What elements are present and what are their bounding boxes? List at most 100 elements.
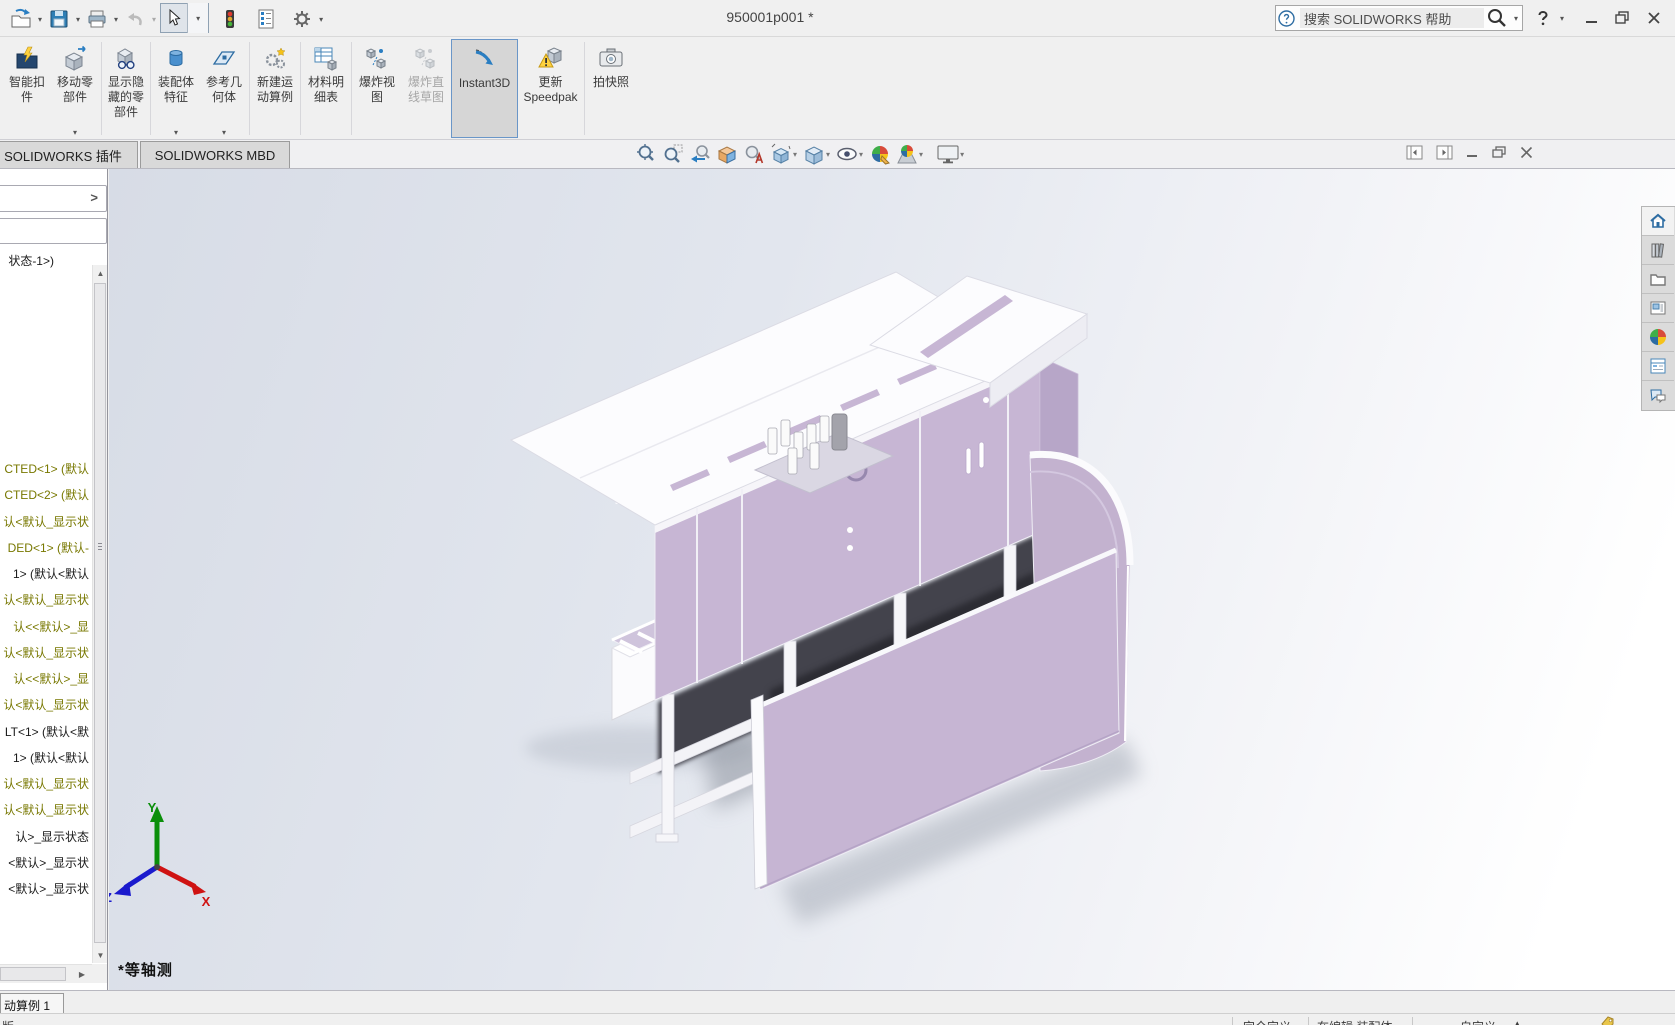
tree-horizontal-scrollbar[interactable]: ▶ <box>0 964 92 983</box>
design-library-icon[interactable] <box>1642 236 1674 265</box>
file-explorer-icon[interactable] <box>1642 265 1674 294</box>
tree-item[interactable]: 认<默认_显示状 <box>3 696 89 712</box>
forum-icon[interactable] <box>1642 381 1674 410</box>
help-circle-icon <box>1276 5 1296 31</box>
search-icon[interactable] <box>1484 5 1510 31</box>
chevron-down-icon[interactable]: ▾ <box>826 150 830 159</box>
minimize-icon[interactable] <box>1582 10 1600 26</box>
chevron-down-icon[interactable]: ▾ <box>1556 10 1568 26</box>
feature-manager-header[interactable]: > <box>0 185 107 212</box>
tree-item[interactable]: 认<默认_显示状 <box>3 644 89 660</box>
help-icon[interactable] <box>1534 10 1552 26</box>
smart-fasteners-button[interactable]: 智能扣 件 <box>4 39 50 138</box>
chevron-down-icon[interactable]: ▾ <box>859 150 863 159</box>
expand-chevron-icon[interactable]: > <box>90 190 98 205</box>
tab-solidworks-addins[interactable]: SOLIDWORKS 插件 <box>0 141 138 168</box>
chevron-down-icon[interactable]: ▾ <box>1514 14 1518 23</box>
reference-geometry-button[interactable]: 参考几 何体 ▾ <box>200 39 248 138</box>
hide-show-items-icon[interactable] <box>833 142 860 166</box>
scroll-down-icon[interactable]: ▼ <box>93 947 108 963</box>
tree-item[interactable]: <默认>_显示状 <box>8 854 89 870</box>
status-custom-dropdown[interactable]: 自定义 <box>1460 1018 1496 1025</box>
previous-view-icon[interactable] <box>686 142 713 166</box>
update-speedpak-button[interactable]: 更新 Speedpak <box>518 39 583 138</box>
zoom-fit-icon[interactable] <box>632 142 659 166</box>
chevron-down-icon[interactable]: ▾ <box>114 15 118 24</box>
rebuild-traffic-light-icon[interactable] <box>217 6 243 32</box>
tree-item[interactable]: 认<默认_显示状 <box>3 801 89 817</box>
tree-item[interactable]: 认>_显示状态 <box>15 828 89 844</box>
chevron-down-icon[interactable]: ▾ <box>319 15 323 24</box>
tree-item[interactable]: CTED<2> (默认 <box>4 486 89 502</box>
chevron-up-icon[interactable]: ▴ <box>1515 1018 1520 1025</box>
view-palette-icon[interactable] <box>1642 294 1674 323</box>
open-icon[interactable] <box>8 6 34 32</box>
tree-root-item[interactable]: 状态-1>) <box>8 252 54 269</box>
custom-properties-icon[interactable] <box>1642 352 1674 381</box>
motion-study-tab[interactable]: 动算例 1 <box>0 993 64 1014</box>
new-motion-study-button[interactable]: 新建运 动算例 <box>251 39 299 138</box>
close-icon[interactable] <box>1645 10 1663 26</box>
split-pane-left-icon[interactable] <box>1406 145 1423 163</box>
tag-icon[interactable] <box>1600 1016 1615 1025</box>
feature-manager-filter[interactable] <box>0 218 107 244</box>
restore-icon[interactable] <box>1613 10 1631 26</box>
minimize-icon[interactable] <box>1466 146 1479 162</box>
options-gear-icon[interactable] <box>289 6 315 32</box>
exploded-view-button[interactable]: 爆炸视 图 <box>353 39 401 138</box>
apply-scene-icon[interactable] <box>893 142 920 166</box>
tree-item[interactable]: 认<<默认>_显 <box>13 618 89 634</box>
snapshot-button[interactable]: 拍快照 <box>586 39 636 138</box>
chevron-down-icon[interactable]: ▾ <box>793 150 797 159</box>
display-style-icon[interactable] <box>800 142 827 166</box>
tree-item[interactable]: LT<1> (默认<默 <box>5 723 89 739</box>
edit-appearance-icon[interactable] <box>866 142 893 166</box>
scroll-right-icon[interactable]: ▶ <box>74 967 90 982</box>
print-icon[interactable] <box>84 6 110 32</box>
show-hidden-components-button[interactable]: 显示隐 藏的零 部件 <box>103 39 149 138</box>
move-component-button[interactable]: 移动零 部件 ▾ <box>50 39 100 138</box>
chevron-down-icon[interactable]: ▾ <box>38 15 42 24</box>
home-icon[interactable] <box>1642 207 1674 236</box>
ribbon-separator <box>584 42 585 135</box>
tab-solidworks-mbd[interactable]: SOLIDWORKS MBD <box>140 141 290 168</box>
tree-vertical-scrollbar[interactable]: ▲ ▼ <box>92 265 107 963</box>
tree-item[interactable]: 认<默认_显示状 <box>3 513 89 529</box>
tree-item[interactable]: DED<1> (默认- <box>8 539 89 555</box>
appearances-scenes-icon[interactable] <box>1642 323 1674 352</box>
restore-icon[interactable] <box>1492 146 1507 162</box>
view-settings-icon[interactable] <box>934 142 961 166</box>
chevron-down-icon[interactable]: ▾ <box>187 3 208 33</box>
save-icon[interactable] <box>46 6 72 32</box>
tree-item[interactable]: 认<默认_显示状 <box>3 591 89 607</box>
view-orientation-icon[interactable] <box>767 142 794 166</box>
dynamic-annotation-icon[interactable] <box>740 142 767 166</box>
close-icon[interactable] <box>1520 146 1533 162</box>
tree-item[interactable]: CTED<1> (默认 <box>4 460 89 476</box>
solidworks-window: ▾ ▾ ▾ ▾ ▾ ▾ 950001p001 * 搜索 SOLIDWORKS 帮… <box>0 0 1675 1025</box>
assembly-model-3d[interactable]: Y X Z <box>109 169 1675 990</box>
tree-item[interactable]: 1> (默认<默认 <box>13 565 89 581</box>
chevron-down-icon: ▾ <box>222 128 226 137</box>
scrollbar-thumb[interactable] <box>94 283 106 943</box>
task-list-icon[interactable] <box>253 6 279 32</box>
split-pane-right-icon[interactable] <box>1436 145 1453 163</box>
tree-item[interactable]: 1> (默认<默认 <box>13 749 89 765</box>
select-tool[interactable]: ▾ <box>160 3 209 33</box>
search-input[interactable]: 搜索 SOLIDWORKS 帮助 <box>1300 8 1484 28</box>
graphics-viewport[interactable]: Y X Z *等轴测 <box>109 169 1675 990</box>
tree-item[interactable]: 认<默认_显示状 <box>3 775 89 791</box>
chevron-down-icon[interactable]: ▾ <box>960 150 964 159</box>
assembly-features-button[interactable]: 装配体 特征 ▾ <box>152 39 200 138</box>
chevron-down-icon[interactable]: ▾ <box>919 150 923 159</box>
instant3d-button[interactable]: Instant3D <box>451 39 518 138</box>
tree-item[interactable]: <默认>_显示状 <box>8 880 89 896</box>
chevron-down-icon[interactable]: ▾ <box>76 15 80 24</box>
scrollbar-thumb[interactable] <box>0 967 66 981</box>
scroll-up-icon[interactable]: ▲ <box>93 265 108 281</box>
tree-item[interactable]: 认<<默认>_显 <box>13 670 89 686</box>
zoom-to-area-icon[interactable] <box>659 142 686 166</box>
search-box[interactable]: 搜索 SOLIDWORKS 帮助 ▾ <box>1275 5 1523 31</box>
section-view-icon[interactable] <box>713 142 740 166</box>
bill-of-materials-button[interactable]: 材料明 细表 <box>302 39 350 138</box>
